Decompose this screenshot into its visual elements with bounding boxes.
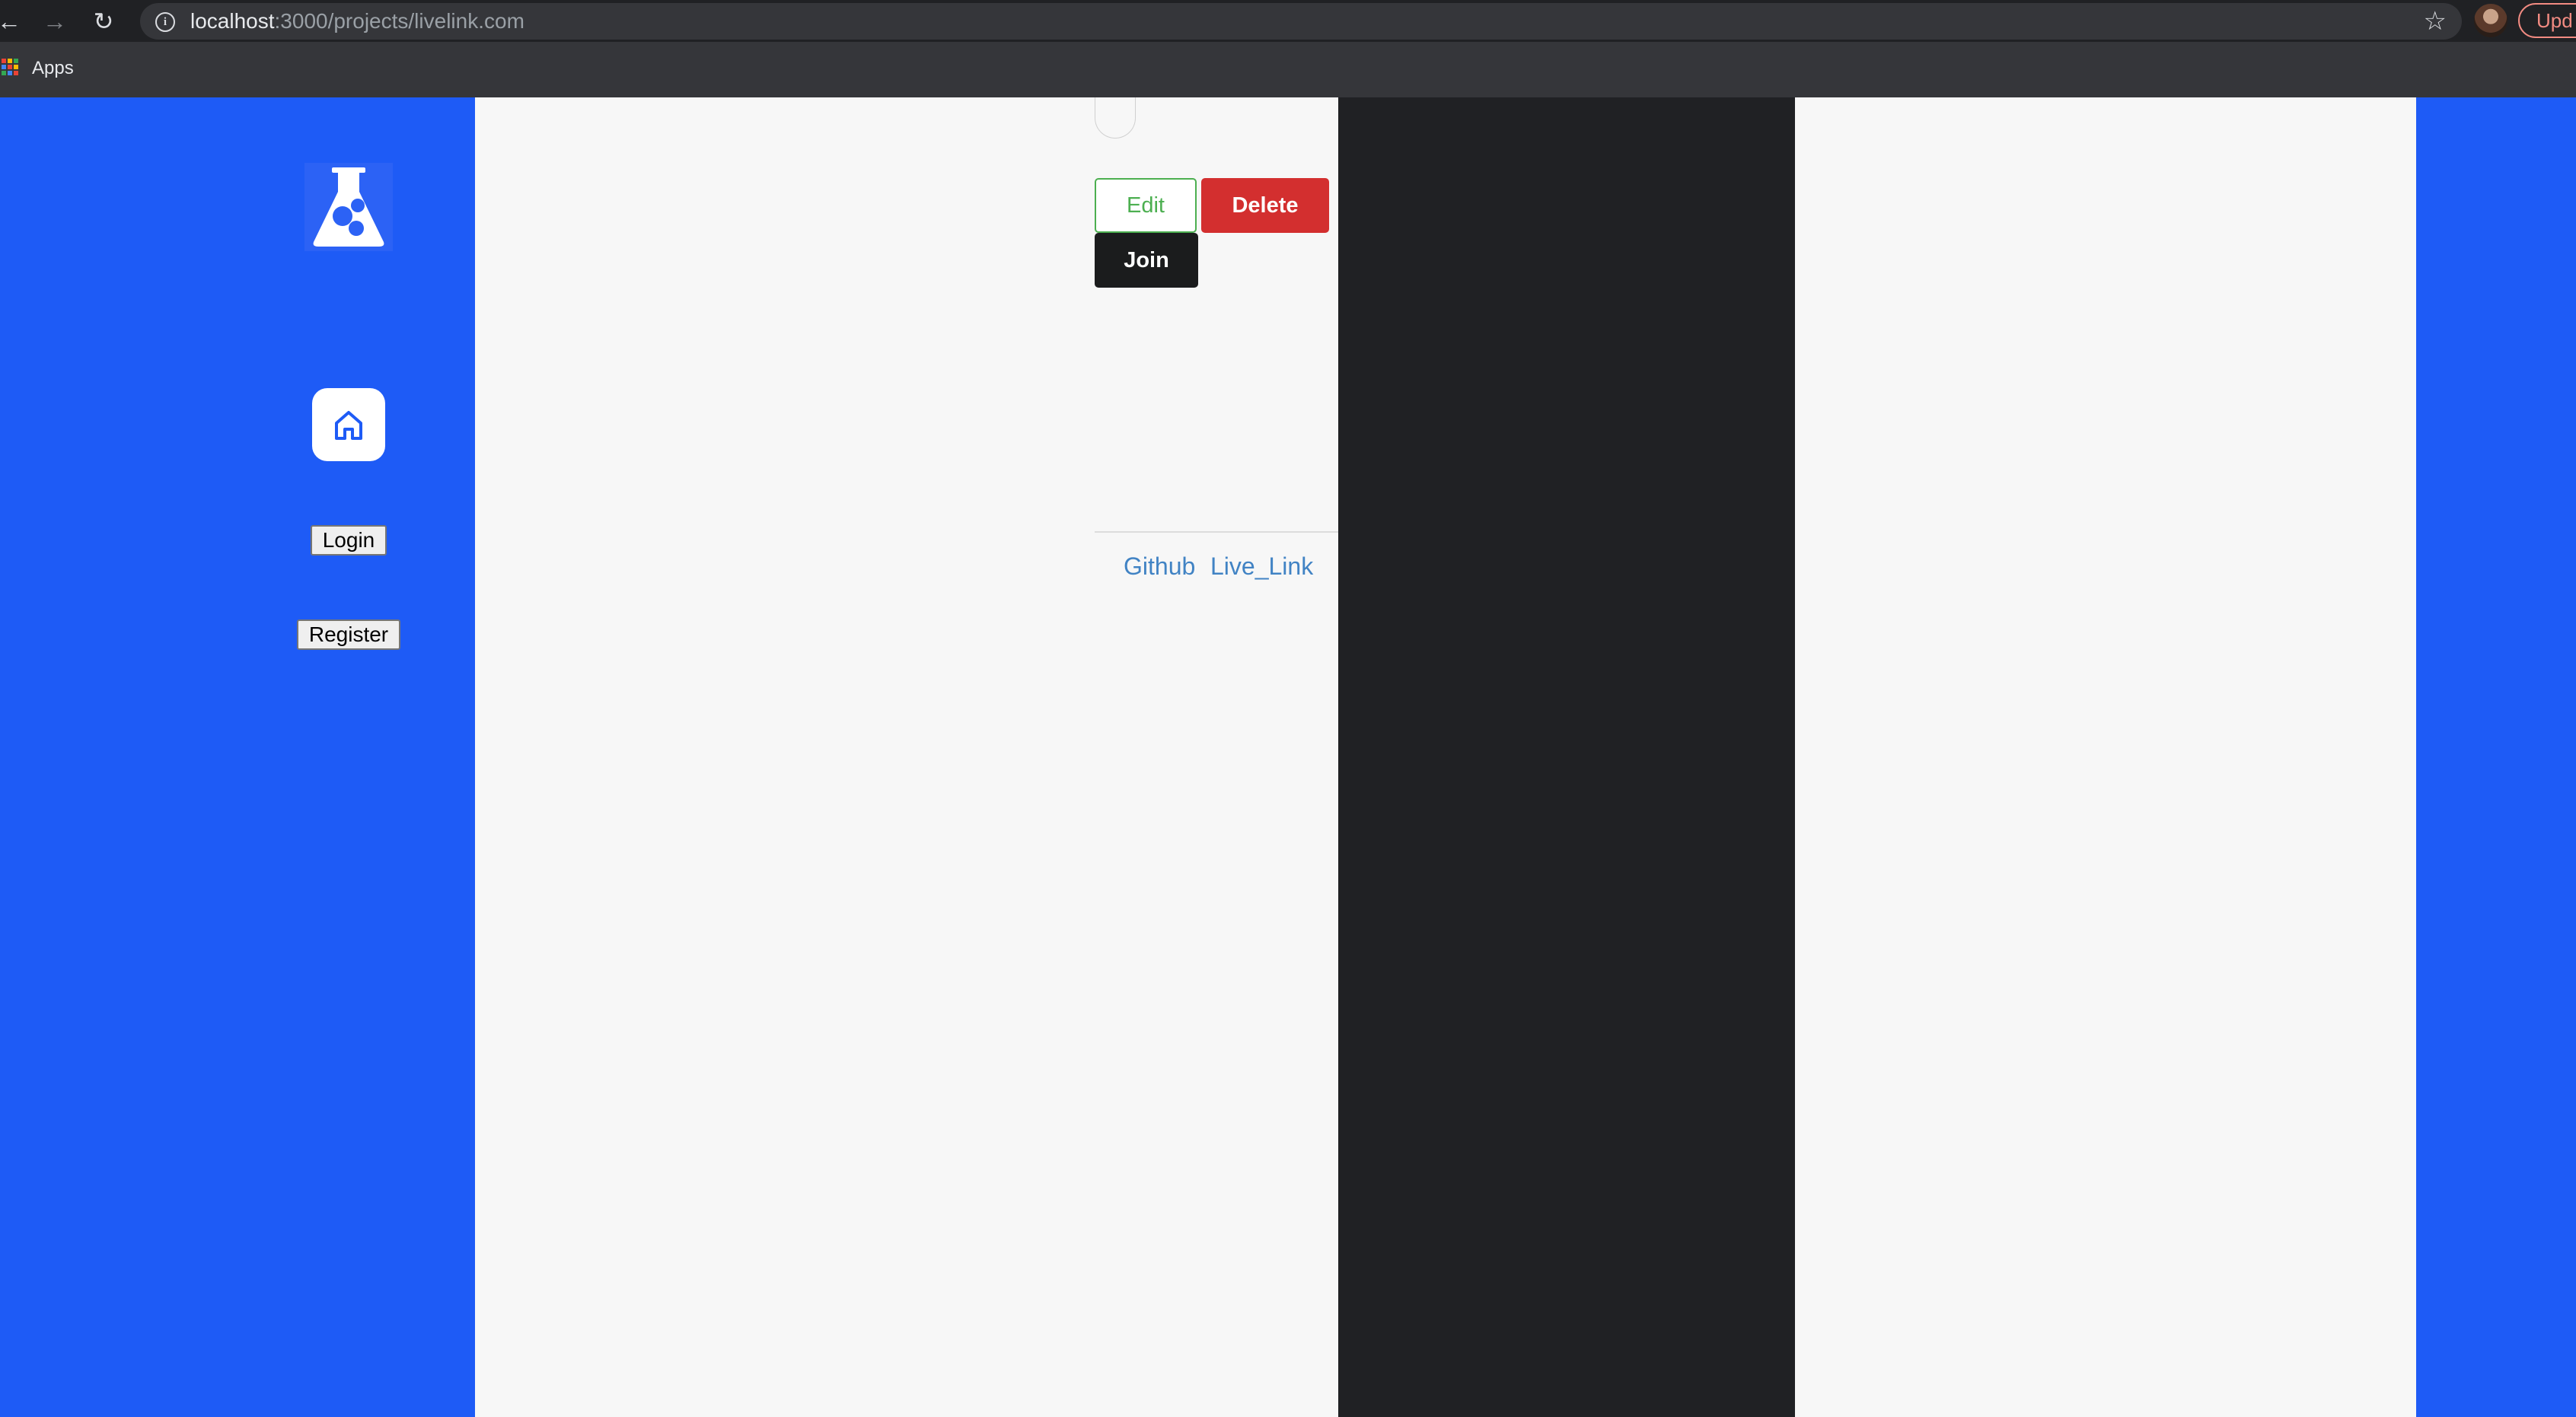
apps-dot	[14, 59, 18, 63]
apps-dot	[2, 59, 6, 63]
flask-logo-icon	[304, 163, 393, 251]
apps-dot	[8, 65, 12, 69]
right-blue-strip	[2416, 97, 2576, 1417]
apps-dot	[8, 71, 12, 75]
bookmark-star-icon[interactable]: ☆	[2424, 3, 2447, 40]
apps-bookmark[interactable]: Apps	[32, 42, 74, 95]
home-icon	[335, 411, 362, 440]
edit-button[interactable]: Edit	[1095, 178, 1197, 233]
apps-dot	[2, 71, 6, 75]
apps-dot	[8, 59, 12, 63]
forward-arrow-icon[interactable]: →	[38, 5, 72, 38]
bookmarks-bar: Apps	[0, 42, 2576, 97]
login-button[interactable]: Login	[311, 525, 387, 556]
live-link[interactable]: Live_Link	[1210, 552, 1313, 581]
apps-dot	[14, 65, 18, 69]
delete-button[interactable]: Delete	[1201, 178, 1329, 233]
main-content	[475, 97, 1338, 1417]
url-path: :3000/projects/livelink.com	[274, 9, 524, 33]
apps-dot	[2, 65, 6, 69]
dark-panel	[1338, 97, 1795, 1417]
divider	[1095, 531, 1338, 533]
profile-avatar[interactable]	[2474, 4, 2507, 37]
update-button[interactable]: Upd	[2518, 3, 2576, 38]
sidebar: Login Register	[0, 97, 475, 1417]
back-arrow-icon[interactable]: ←	[0, 5, 26, 38]
github-link[interactable]: Github	[1124, 552, 1195, 581]
home-button[interactable]	[312, 388, 385, 461]
right-panel	[1795, 97, 2416, 1417]
apps-dot	[14, 71, 18, 75]
url-host: localhost	[190, 9, 275, 33]
reload-icon[interactable]: ↻	[87, 5, 120, 38]
site-info-icon[interactable]: i	[155, 12, 175, 32]
url-text[interactable]: localhost:3000/projects/livelink.com	[190, 3, 524, 40]
apps-grid-icon[interactable]	[2, 59, 18, 75]
join-button[interactable]: Join	[1095, 233, 1198, 288]
browser-toolbar: ← → ↻ i localhost:3000/projects/livelink…	[0, 0, 2576, 42]
user-avatar	[1095, 97, 1136, 139]
register-button[interactable]: Register	[297, 619, 400, 650]
address-bar[interactable]: i localhost:3000/projects/livelink.com ☆	[140, 3, 2462, 40]
